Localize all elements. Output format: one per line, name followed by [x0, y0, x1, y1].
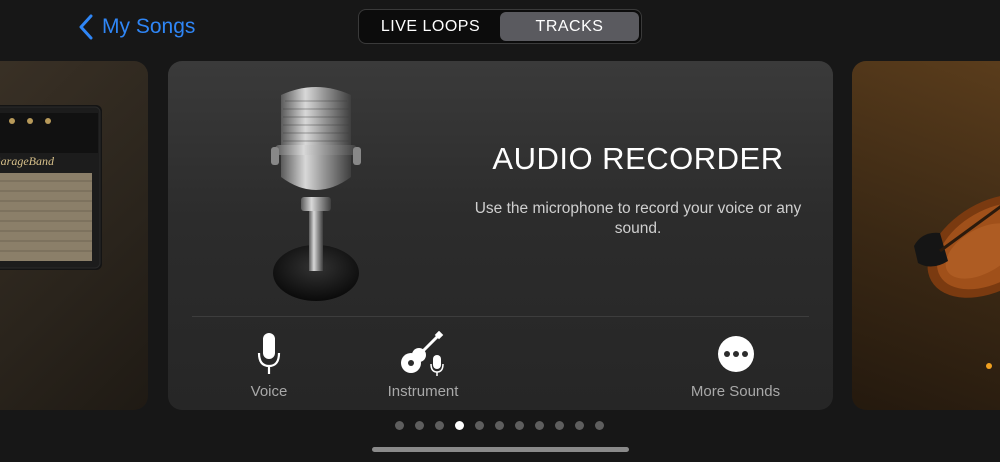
guitar-microphone-icon	[401, 331, 444, 376]
instrument-option[interactable]: Instrument	[373, 329, 473, 400]
page-dot[interactable]	[474, 421, 484, 430]
page-dot[interactable]	[534, 421, 544, 430]
more-ellipsis-icon	[717, 336, 754, 372]
page-dot[interactable]	[454, 421, 464, 430]
instrument-card-amp[interactable]: GarageBand	[0, 61, 148, 410]
instrument-card-strings[interactable]	[852, 61, 1000, 410]
home-indicator[interactable]	[372, 447, 629, 452]
more-sounds-label: More Sounds	[690, 383, 781, 400]
page-dot[interactable]	[594, 421, 604, 430]
page-dot[interactable]	[494, 421, 504, 430]
more-sounds-option[interactable]: More Sounds	[673, 329, 798, 400]
guitar-amp-image: GarageBand	[0, 105, 102, 270]
tab-live-loops[interactable]: LIVE LOOPS	[361, 12, 500, 41]
page-dot[interactable]	[554, 421, 564, 430]
back-button[interactable]: My Songs	[78, 10, 195, 44]
page-dot[interactable]	[514, 421, 524, 430]
back-label: My Songs	[102, 15, 196, 38]
violin-image	[914, 194, 1000, 298]
tab-tracks[interactable]: TRACKS	[500, 12, 639, 41]
chevron-left-icon	[79, 14, 93, 40]
mode-segmented-control: LIVE LOOPS TRACKS	[358, 9, 642, 44]
page-indicator	[0, 421, 1000, 430]
microphone-icon	[257, 333, 281, 374]
card-divider	[192, 316, 809, 317]
page-dot[interactable]	[574, 421, 584, 430]
voice-option[interactable]: Voice	[238, 329, 300, 400]
activity-indicator-dot	[986, 363, 992, 369]
voice-label: Voice	[250, 383, 288, 400]
page-dot[interactable]	[394, 421, 404, 430]
card-title: AUDIO RECORDER	[492, 141, 784, 176]
page-dot[interactable]	[434, 421, 444, 430]
svg-text:GarageBand: GarageBand	[0, 154, 55, 168]
instrument-label: Instrument	[387, 383, 459, 400]
page-dot[interactable]	[414, 421, 424, 430]
studio-microphone-image	[271, 87, 361, 301]
card-description: Use the microphone to record your voice …	[474, 200, 802, 237]
audio-recorder-card[interactable]: AUDIO RECORDER Use the microphone to rec…	[168, 61, 833, 410]
